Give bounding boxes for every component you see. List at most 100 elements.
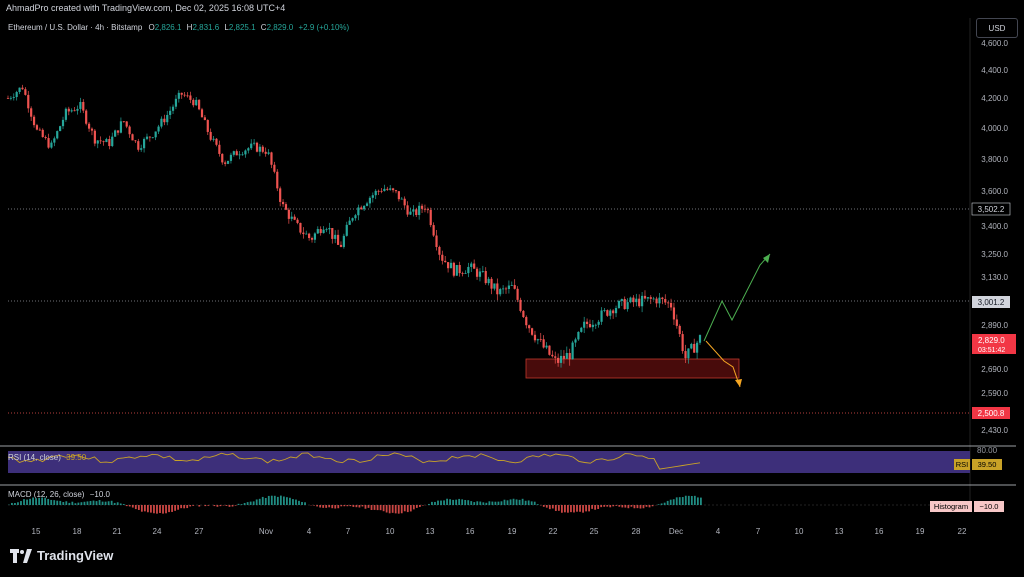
candle-body [487, 278, 490, 284]
candle-body [444, 260, 447, 263]
candle-body [597, 321, 600, 325]
time-axis-labels[interactable]: 15 18 21 24 27 Nov 4 7 10 13 16 19 22 25 28 Dec 4 7 10 13 16… [32, 527, 967, 536]
macd-bar [349, 505, 352, 507]
candle-body [61, 119, 65, 127]
candle-body [114, 130, 117, 137]
chart-area[interactable]: Ethereum / U.S. Dollar · 4h · Bitstamp O… [0, 18, 1024, 540]
candle-body [310, 238, 314, 240]
macd-bar [669, 499, 672, 505]
candle-body [438, 246, 441, 255]
macd-bar [545, 505, 548, 508]
price-axis-label: 2,890.0 [981, 321, 1008, 330]
tradingview-logo[interactable]: TradingView [10, 548, 113, 563]
macd-bar [660, 503, 663, 505]
footer [0, 540, 1024, 577]
macd-bar [542, 505, 545, 507]
candle-body [655, 298, 658, 304]
candle-body [235, 151, 238, 156]
candle-body [137, 141, 140, 150]
candle-body [473, 263, 476, 269]
macd-bar [446, 498, 448, 505]
candle-body [360, 207, 363, 210]
macd-title[interactable]: MACD (12, 26, close) [8, 490, 85, 499]
candle-body [452, 262, 455, 276]
candle-body [441, 254, 444, 261]
candle-body [646, 297, 649, 299]
countdown-text: 03:51:42 [978, 347, 1005, 354]
candle-body [557, 357, 560, 363]
candle-body [73, 110, 76, 112]
candle-body [30, 108, 33, 117]
candle-body [102, 141, 105, 143]
candle-body [418, 205, 421, 216]
macd-bar [334, 505, 337, 509]
macd-bar [168, 505, 170, 513]
candle-body [643, 295, 647, 299]
candle-body [206, 120, 209, 132]
candle-body [672, 307, 676, 320]
candle-body [357, 207, 360, 216]
macd-bar [68, 502, 71, 505]
currency-button[interactable]: USD [976, 18, 1018, 38]
macd-bar [678, 497, 681, 505]
macd-bar [440, 500, 442, 505]
candle-body [99, 140, 102, 142]
macd-bar [140, 505, 143, 512]
candle-body [629, 297, 632, 303]
macd-bar [165, 505, 167, 514]
macd-bar [137, 505, 140, 510]
macd-bar [582, 505, 584, 513]
candle-body [53, 138, 56, 143]
candle-body [458, 265, 461, 274]
candle-body [281, 201, 285, 205]
macd-bar [449, 499, 451, 505]
rsi-tag-value: 39.50 [978, 460, 997, 469]
candle-body [400, 198, 403, 200]
candle-body [218, 144, 221, 154]
candle-body [612, 310, 615, 314]
macd-bar [361, 505, 364, 507]
candle-body [478, 271, 482, 277]
candle-body [96, 140, 99, 144]
symbol-title[interactable]: Ethereum / U.S. Dollar · 4h · Bitstamp [8, 23, 143, 32]
candle-body [273, 164, 276, 172]
macd-bar [261, 496, 264, 505]
candle-body [345, 224, 348, 236]
rsi-tag-name: RSI [956, 460, 969, 469]
price-axis-label: 2,430.0 [981, 426, 1008, 435]
price-chart[interactable]: Ethereum / U.S. Dollar · 4h · Bitstamp O… [0, 18, 1024, 540]
time-axis-label: 21 [113, 527, 122, 536]
price-axis-label: 4,600.0 [981, 39, 1008, 48]
candle-body [122, 121, 125, 123]
macd-bar [276, 496, 279, 505]
candle-body [571, 342, 574, 360]
candle-body [568, 352, 571, 360]
price-axis-label: 3,250.0 [981, 250, 1008, 259]
time-axis-label: 7 [346, 527, 351, 536]
candle-body [449, 262, 453, 269]
bullish-projection-path[interactable] [703, 253, 771, 342]
candle-body [145, 136, 149, 139]
macd-bar [467, 500, 470, 505]
macd-bar [364, 505, 367, 509]
bearish-arrow-head [735, 379, 742, 387]
macd-bar [35, 498, 37, 505]
candle-body [415, 209, 418, 216]
macd-bar [17, 502, 19, 505]
macd-bar [591, 505, 594, 509]
candle-body [76, 108, 79, 111]
candle-body [409, 211, 412, 215]
candle-body [44, 137, 47, 139]
candle-body [412, 209, 415, 212]
rsi-title[interactable]: RSI (14, close) [8, 453, 61, 462]
price-axis-labels[interactable]: 4,600.0 4,400.0 4,200.0 4,000.0 3,800.0 3,600… [981, 39, 1008, 435]
candle-body [551, 354, 554, 357]
price-axis-label: 4,400.0 [981, 66, 1008, 75]
macd-bar [204, 505, 207, 507]
macd-bar [270, 495, 273, 505]
candle-body [334, 234, 337, 239]
price-axis-label: 3,800.0 [981, 155, 1008, 164]
macd-bar [355, 505, 358, 508]
macd-bar [240, 504, 243, 505]
macd-bar [588, 505, 590, 512]
